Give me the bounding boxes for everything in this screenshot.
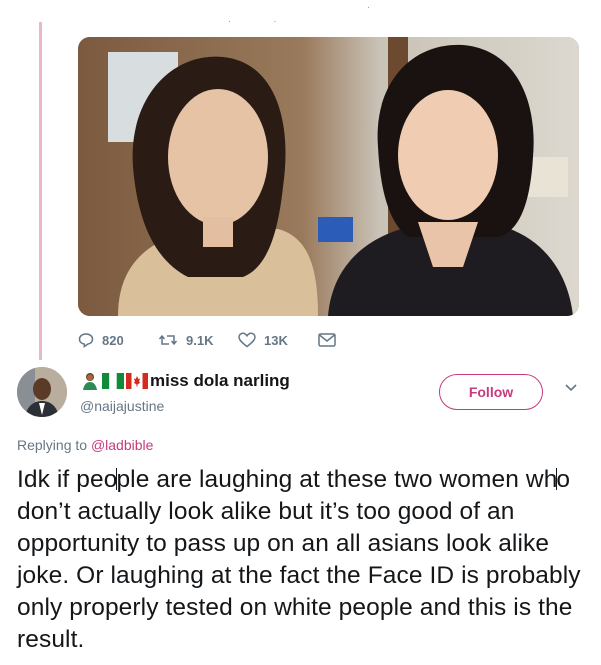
- chevron-down-icon[interactable]: [565, 384, 577, 392]
- like-count: 13K: [264, 332, 288, 348]
- retweet-action[interactable]: 9.1K: [158, 332, 238, 348]
- replying-mention-link[interactable]: @ladbible: [91, 437, 153, 453]
- tweet-text-part2: ple are laughing at these two women wh: [116, 466, 558, 493]
- envelope-icon: [318, 333, 336, 347]
- follow-button[interactable]: Follow: [439, 374, 543, 410]
- display-name-row[interactable]: miss dola narling: [80, 371, 290, 391]
- overflow-dots: . .: [228, 14, 297, 25]
- user-handle[interactable]: @naijajustine: [80, 398, 164, 414]
- overflow-dot: .: [367, 0, 370, 11]
- replying-prefix: Replying to: [17, 437, 88, 453]
- thread-line: [39, 22, 42, 360]
- reply-icon: [78, 333, 94, 348]
- retweet-icon: [158, 334, 178, 346]
- woman-emoji-icon: [83, 373, 97, 390]
- tweet-text-part3: o don’t actually look alike but it’s too…: [17, 466, 581, 653]
- tweet-text: Idk if people are laughing at these two …: [17, 464, 597, 656]
- replying-to: Replying to @ladbible: [17, 437, 153, 453]
- nigeria-flag-icon: [102, 373, 124, 389]
- avatar[interactable]: [17, 367, 67, 417]
- tweet-photo[interactable]: [78, 37, 579, 316]
- heart-icon: [238, 332, 256, 348]
- tweet-text-part1: Idk if peo: [17, 466, 118, 493]
- retweet-count: 9.1K: [186, 332, 214, 348]
- dm-action[interactable]: [318, 333, 336, 347]
- tweet-action-bar: 820 9.1K 13K: [78, 330, 336, 350]
- canada-flag-icon: [126, 373, 148, 389]
- reply-action[interactable]: 820: [78, 332, 158, 348]
- like-action[interactable]: 13K: [238, 332, 318, 348]
- reply-count: 820: [102, 332, 124, 348]
- display-name: miss dola narling: [150, 371, 290, 390]
